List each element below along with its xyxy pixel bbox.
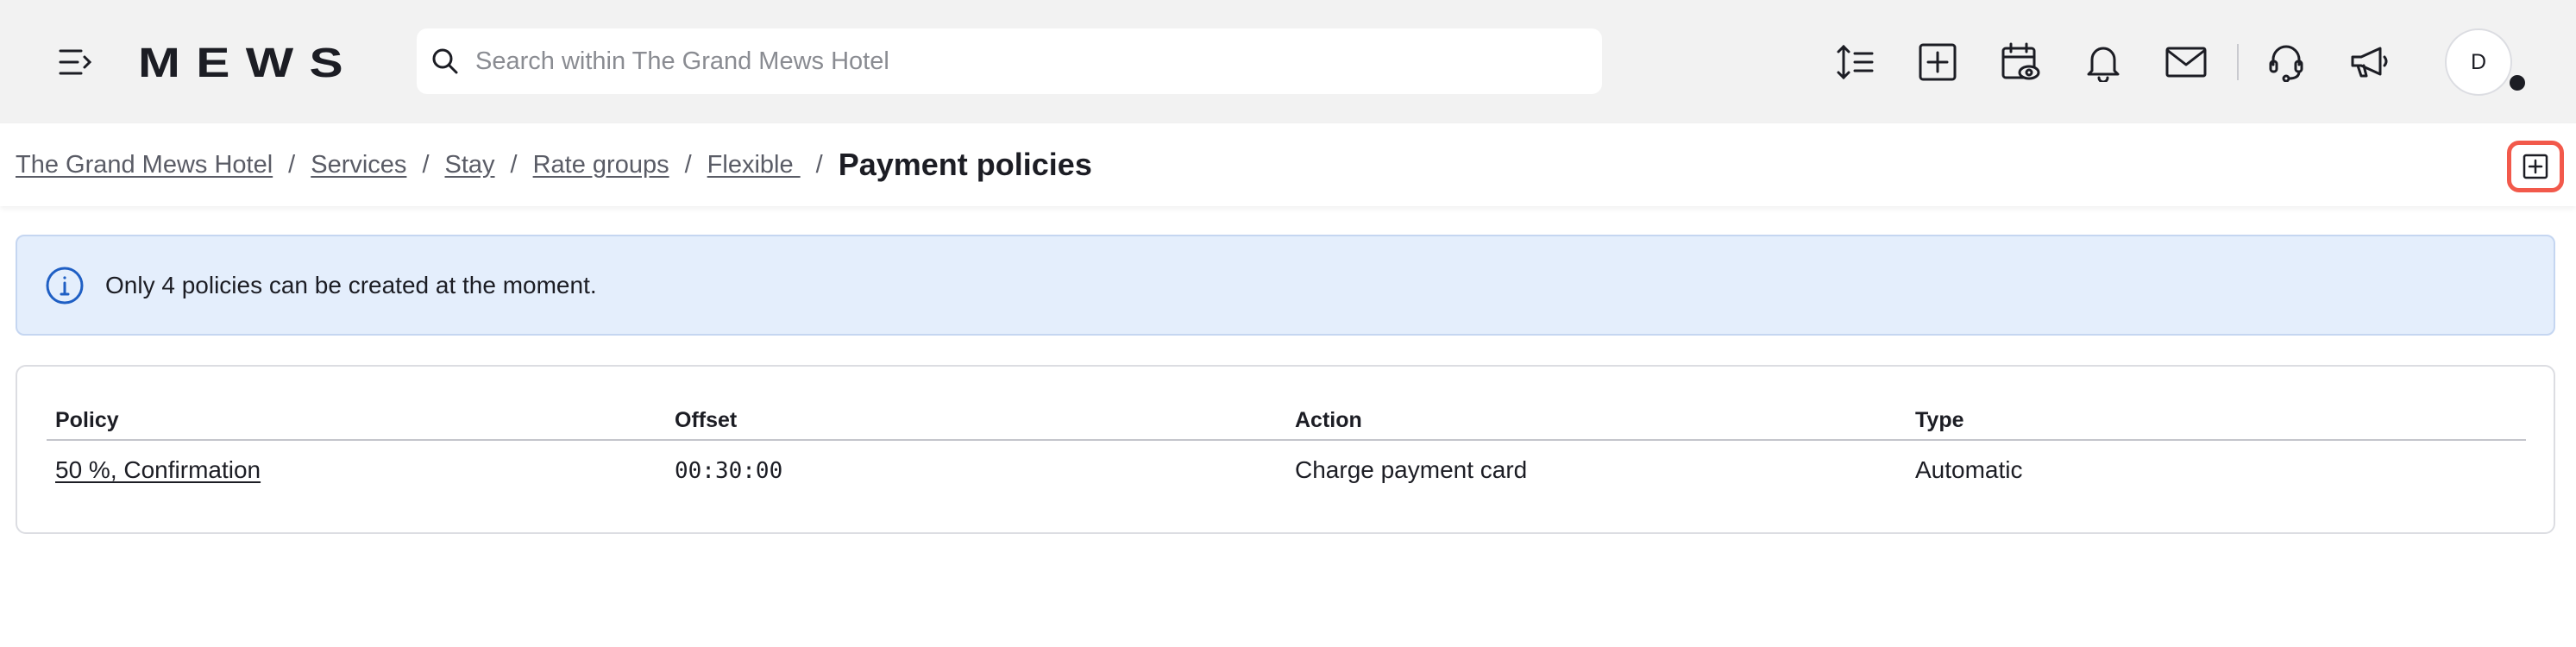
- logo-text: MEWS: [138, 45, 359, 79]
- breadcrumb-separator: /: [422, 150, 430, 179]
- calendar-view-icon[interactable]: [1996, 38, 2045, 86]
- bell-icon[interactable]: [2079, 38, 2127, 86]
- page-title: Payment policies: [838, 147, 1092, 182]
- column-header-policy: Policy: [55, 408, 119, 432]
- headset-icon[interactable]: [2262, 38, 2310, 86]
- add-square-icon[interactable]: [1913, 38, 1962, 86]
- top-bar: MEWS Search within The Grand Mews Hotel …: [0, 0, 2576, 123]
- avatar-status-badge: [2507, 72, 2528, 93]
- breadcrumb: The Grand Mews Hotel / Services / Stay /…: [0, 123, 2576, 206]
- search-input[interactable]: [475, 47, 1602, 76]
- breadcrumb-separator: /: [815, 150, 823, 179]
- offset-cell: 00:30:00: [675, 458, 783, 484]
- column-header-type: Type: [1915, 408, 1964, 432]
- search-icon: [432, 48, 458, 74]
- column-header-offset: Offset: [675, 408, 738, 432]
- breadcrumb-hotel[interactable]: The Grand Mews Hotel: [16, 151, 273, 179]
- breadcrumb-separator: /: [288, 150, 296, 179]
- table-header: Policy Offset Action Type: [47, 405, 2526, 441]
- type-cell: Automatic: [1915, 456, 2023, 483]
- info-icon: [46, 267, 84, 304]
- breadcrumb-separator: /: [684, 150, 692, 179]
- mews-logo[interactable]: MEWS: [138, 40, 361, 85]
- action-cell: Charge payment card: [1295, 456, 1528, 483]
- policy-link[interactable]: 50 %, Confirmation: [55, 456, 261, 484]
- column-header-action: Action: [1295, 408, 1362, 432]
- megaphone-icon[interactable]: [2345, 38, 2393, 86]
- breadcrumb-flexible[interactable]: Flexible: [707, 151, 801, 179]
- breadcrumb-separator: /: [510, 150, 518, 179]
- policies-table: Policy Offset Action Type 50 %, Confirma…: [16, 365, 2555, 534]
- search-bar[interactable]: [417, 28, 1602, 94]
- add-square-icon: [2523, 154, 2548, 179]
- svg-text:MEWS: MEWS: [138, 45, 359, 79]
- breadcrumb-rate-groups[interactable]: Rate groups: [533, 151, 669, 179]
- menu-collapse-icon[interactable]: [55, 43, 97, 81]
- avatar-initial: D: [2470, 49, 2487, 74]
- info-banner-text: Only 4 policies can be created at the mo…: [105, 271, 597, 298]
- breadcrumb-services[interactable]: Services: [311, 151, 406, 179]
- avatar[interactable]: D: [2445, 28, 2512, 96]
- table-row: 50 %, Confirmation 00:30:00 Charge payme…: [47, 451, 2526, 494]
- toolbar-divider: [2237, 44, 2239, 80]
- info-banner: Only 4 policies can be created at the mo…: [16, 235, 2555, 336]
- add-policy-button[interactable]: [2507, 141, 2564, 192]
- line-spacing-icon[interactable]: [1831, 38, 1879, 86]
- breadcrumb-stay[interactable]: Stay: [445, 151, 495, 179]
- mail-icon[interactable]: [2162, 38, 2210, 86]
